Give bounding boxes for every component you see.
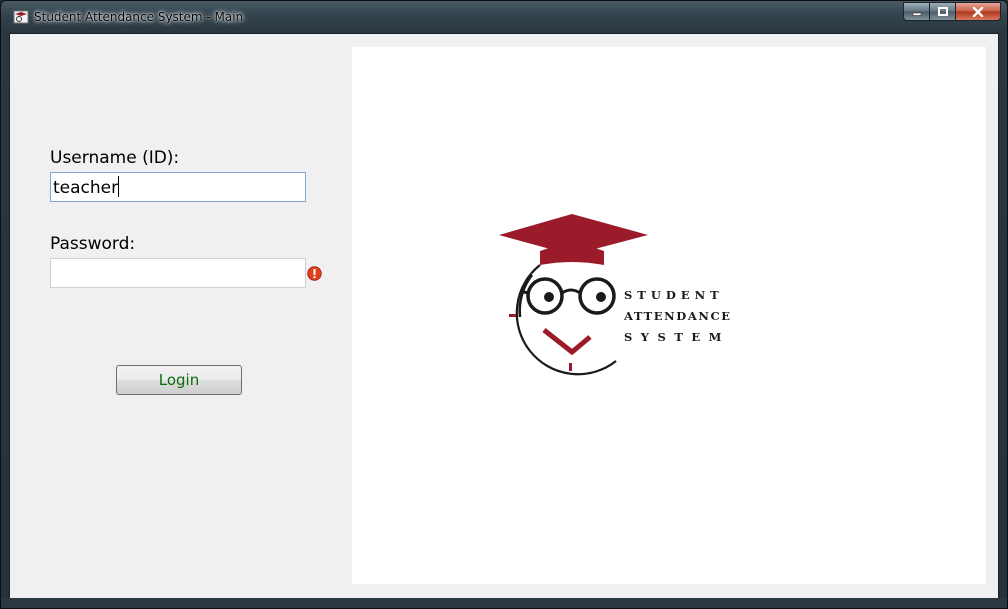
error-icon <box>307 266 322 281</box>
username-label: Username (ID): <box>50 148 180 168</box>
logo-text-system: SYSTEM <box>624 330 730 344</box>
logo-text-attendance: ATTENDANCE <box>623 309 732 323</box>
minimize-icon <box>912 12 921 16</box>
taskbar-strip <box>1 598 1007 608</box>
app-window: Student Attendance System - Main Usernam… <box>0 0 1008 609</box>
window-title: Student Attendance System - Main <box>34 10 244 24</box>
username-value: teacher <box>53 178 119 198</box>
text-caret <box>118 176 120 197</box>
title-bar[interactable]: Student Attendance System - Main <box>1 1 1007 33</box>
password-label: Password: <box>50 234 136 254</box>
close-icon <box>972 6 984 17</box>
password-field[interactable] <box>50 258 306 288</box>
maximize-button[interactable] <box>929 2 955 21</box>
minimize-button[interactable] <box>903 2 929 21</box>
student-attendance-logo: STUDENT ATTENDANCE SYSTEM <box>499 214 732 376</box>
close-button[interactable] <box>955 2 1001 21</box>
login-button[interactable]: Login <box>116 365 242 395</box>
logo-panel: STUDENT ATTENDANCE SYSTEM <box>352 47 986 584</box>
username-field[interactable]: teacher <box>50 172 306 202</box>
logo-text-student: STUDENT <box>624 288 724 302</box>
main-form: Username (ID): teacher Password: Login S… <box>9 33 999 600</box>
maximize-icon <box>937 7 948 16</box>
caption-buttons <box>903 2 1001 21</box>
app-logo-icon <box>13 10 29 24</box>
